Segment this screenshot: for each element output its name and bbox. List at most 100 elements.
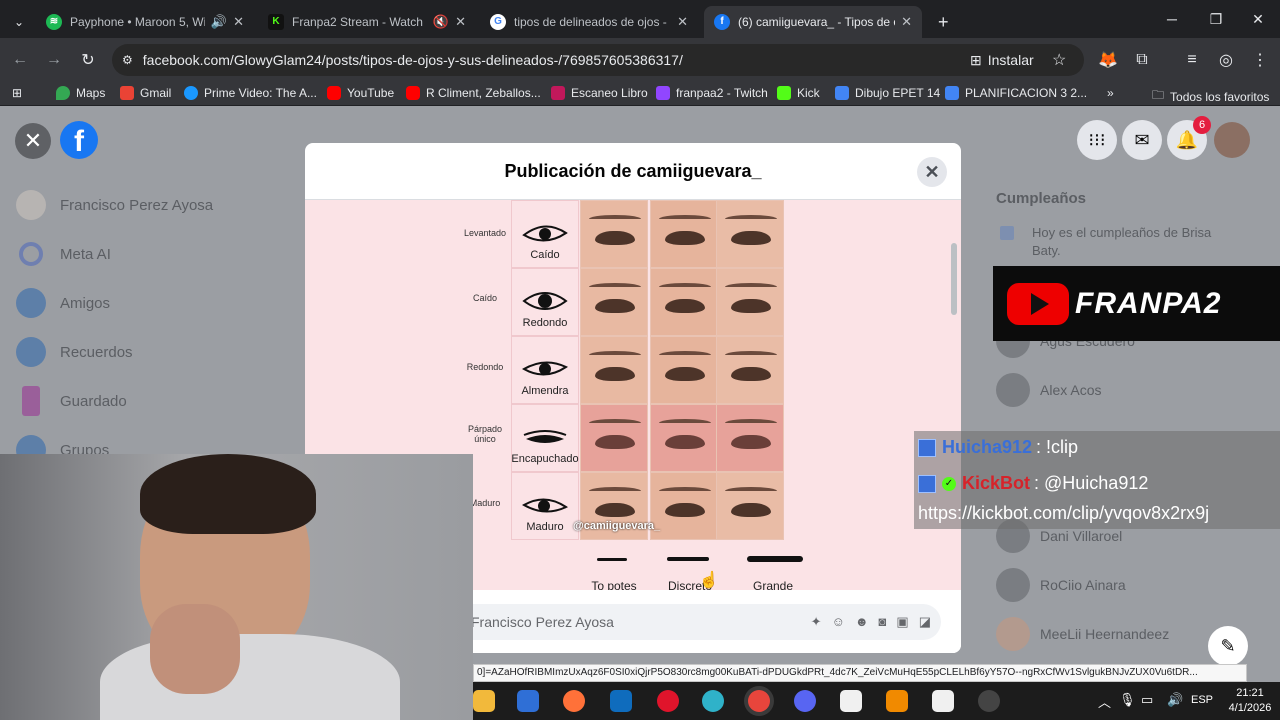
url-text[interactable]: facebook.com/GlowyGlam24/posts/tipos-de-… (143, 52, 683, 68)
contact-item[interactable]: MeeLii Heernandeez (996, 617, 1169, 651)
sticker-icon[interactable]: ◪ (919, 614, 931, 630)
link-status-bar: 0]=AZaHOfRIBMImzUxAqz6F0SI0xiQjrP5O830rc… (473, 664, 1247, 682)
profile-icon[interactable]: ◎ (1214, 48, 1238, 72)
tab-google[interactable]: G tipos de delineados de ojos - Bi ✕ (480, 6, 698, 38)
minimize-icon[interactable]: ─ (1150, 0, 1194, 38)
account-avatar[interactable] (1214, 122, 1250, 158)
contact-item[interactable]: RoCiio Ainara (996, 568, 1126, 602)
emoji-face-icon[interactable]: ☺ (832, 614, 845, 630)
bookmark-climent[interactable]: R Climent, Zeballos... (406, 86, 541, 100)
reload-icon[interactable]: ↻ (76, 48, 100, 72)
stream-logo: FRANPA2 (993, 266, 1280, 341)
bookmark-youtube[interactable]: YouTube (327, 86, 394, 100)
camera-icon[interactable]: ◙ (879, 614, 887, 630)
gif-icon[interactable]: ▣ (896, 614, 908, 630)
gift-icon (1000, 226, 1014, 240)
prime-video-icon (184, 86, 198, 100)
eyebrow (725, 351, 777, 359)
smile-icon[interactable]: ☻ (855, 614, 869, 630)
close-tab-icon[interactable]: ✕ (901, 14, 912, 30)
modal-scrollbar[interactable] (951, 243, 957, 315)
sidebar-item-meta-ai[interactable]: Meta AI (16, 239, 111, 269)
apps-grid-icon[interactable]: ⊞ (12, 86, 22, 100)
address-bar[interactable]: ⚙ facebook.com/GlowyGlam24/posts/tipos-d… (112, 44, 1084, 76)
close-tab-icon[interactable]: ✕ (677, 14, 688, 30)
eyeliner-photo (580, 268, 648, 336)
capcut-icon[interactable] (932, 690, 954, 712)
outlook-icon[interactable] (610, 690, 632, 712)
bookmark-star-icon[interactable]: ☆ (1052, 50, 1066, 70)
bookmark-planificacion[interactable]: PLANIFICACION 3 2... (945, 86, 1087, 100)
site-settings-icon[interactable]: ⚙ (122, 53, 133, 67)
new-message-icon[interactable]: ✎ (1208, 626, 1248, 666)
streamer-shirt (100, 634, 400, 720)
bookmark-twitch[interactable]: franpaa2 - Twitch (656, 86, 768, 100)
avatar-sticker-icon[interactable]: ✦ (811, 614, 822, 630)
firefox-icon[interactable] (563, 690, 585, 712)
discord-icon[interactable] (794, 690, 816, 712)
close-window-icon[interactable]: ✕ (1236, 0, 1280, 38)
restore-icon[interactable]: ❐ (1194, 0, 1238, 38)
tab-title: tipos de delineados de ojos - Bi (514, 15, 672, 29)
forward-icon[interactable]: → (42, 48, 66, 72)
bookmarks-bar: ⊞ Maps Gmail Prime Video: The A... YouTu… (0, 82, 1280, 106)
bookmark-dibujo[interactable]: Dibujo EPET 14 (835, 86, 940, 100)
obs-icon[interactable] (978, 690, 1000, 712)
bookmark-kick[interactable]: Kick (777, 86, 820, 100)
edge-icon[interactable] (702, 690, 724, 712)
extensions-icon[interactable]: ⧉ (1130, 48, 1154, 72)
facebook-logo-icon[interactable]: f (60, 121, 98, 159)
sidebar-item-saved[interactable]: Guardado (16, 386, 127, 416)
back-icon[interactable]: ← (8, 48, 32, 72)
new-tab-button[interactable]: + (928, 6, 956, 38)
tab-facebook[interactable]: f (6) camiiguevara_ - Tipos de oj ✕ (704, 6, 922, 38)
file-explorer-icon[interactable] (473, 690, 495, 712)
volume-icon[interactable]: 🔊 (1167, 692, 1183, 708)
tray-chevron-icon[interactable]: ︿ (1098, 692, 1111, 711)
comment-input[interactable]: Francisco Perez Ayosa ✦ ☺ ☻ ◙ ▣ ◪ (455, 604, 941, 640)
tab-spotify[interactable]: ≋ Payphone • Maroon 5, Wiz 🔊 ✕ (36, 6, 254, 38)
more-bookmarks-icon[interactable]: » (1107, 86, 1114, 100)
all-bookmarks[interactable]: 🗀 Todos los favoritos (1152, 86, 1269, 107)
eye-diagram-icon (522, 361, 568, 376)
eye-shape (665, 435, 705, 449)
bookmark-prime[interactable]: Prime Video: The A... (184, 86, 317, 100)
tab-kick[interactable]: K Franpa2 Stream - Watch Liv 🔇 ✕ (258, 6, 476, 38)
sidebar-item-friends[interactable]: Amigos (16, 288, 110, 318)
chrome-icon[interactable] (748, 690, 770, 712)
opera-icon[interactable] (657, 690, 679, 712)
speaker-icon[interactable]: 🔊 (211, 14, 227, 30)
microphone-icon[interactable]: 🎙 (1119, 692, 1136, 708)
media-control-icon[interactable]: ≡ (1180, 48, 1204, 72)
extension-fox-icon[interactable]: 🦊 (1096, 48, 1120, 72)
contact-item[interactable]: Alex Acos (996, 373, 1101, 407)
sidebar-item-profile[interactable]: Francisco Perez Ayosa (16, 190, 213, 220)
menu-grid-icon[interactable]: ⁝⁝⁝ (1077, 120, 1117, 160)
muted-speaker-icon[interactable]: 🔇 (433, 14, 449, 30)
language-indicator[interactable]: ESP (1191, 694, 1213, 706)
bookmark-escaneo[interactable]: Escaneo Libro (551, 86, 648, 100)
bookmark-gmail[interactable]: Gmail (120, 86, 171, 100)
document-icon (835, 86, 849, 100)
browser-menu-icon[interactable]: ⋮ (1248, 48, 1272, 72)
close-viewer-icon[interactable]: ✕ (15, 123, 51, 159)
eyeliner-photo (716, 336, 784, 404)
windows-taskbar: ︿ 🎙 ▭ 🔊 ESP 21:21 4/1/2026 (473, 682, 1280, 720)
install-app-button[interactable]: ⊞ Instalar (970, 52, 1034, 69)
eye-shape-cell: Caído (511, 200, 579, 268)
network-icon[interactable]: ▭ (1141, 692, 1153, 708)
close-tab-icon[interactable]: ✕ (233, 14, 244, 30)
store-icon[interactable] (517, 690, 539, 712)
messenger-icon[interactable]: ✉ (1122, 120, 1162, 160)
close-modal-icon[interactable]: ✕ (917, 157, 947, 187)
sidebar-item-memories[interactable]: Recuerdos (16, 337, 133, 367)
eye-shape-cell: Maduro (511, 472, 579, 540)
tab-search-button[interactable]: ⌄ (4, 6, 32, 38)
eye-shape (731, 231, 771, 245)
vlc-icon[interactable] (886, 690, 908, 712)
capcut-icon[interactable] (840, 690, 862, 712)
clock[interactable]: 21:21 4/1/2026 (1225, 686, 1275, 716)
eyeliner-photo (716, 200, 784, 268)
bookmark-maps[interactable]: Maps (56, 86, 105, 100)
close-tab-icon[interactable]: ✕ (455, 14, 466, 30)
